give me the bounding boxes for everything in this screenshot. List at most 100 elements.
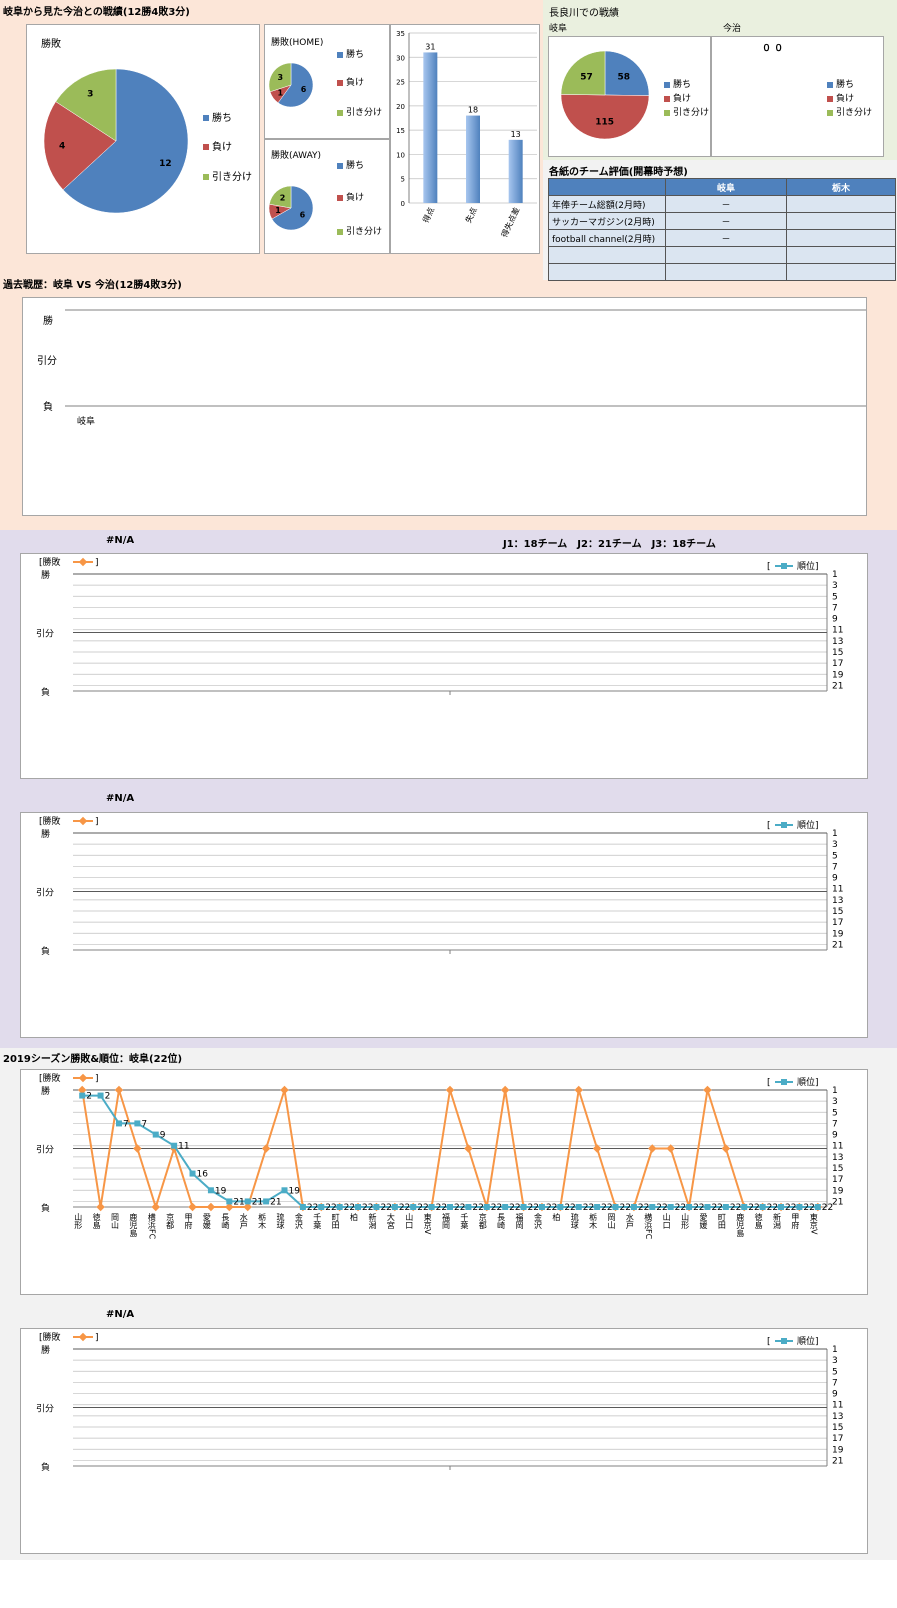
rank-tick-label: 19 (832, 1186, 844, 1196)
rank-tick-label: 1 (832, 1086, 838, 1096)
season-title: 2019シーズン勝敗&順位：岐阜(22位) (3, 1054, 183, 1065)
ylabel-loss: 負 (41, 945, 50, 957)
legend-rank-marker (781, 822, 787, 828)
series-rank-point (759, 1204, 766, 1210)
series-rank-label: 22 (748, 1203, 759, 1213)
x-category-label: 金沢 (533, 1212, 542, 1230)
rank-tick-label: 3 (832, 1097, 838, 1107)
ratings-table: 岐阜 栃木 年俸チーム総額(2月時) － サッカーマガジン(2月時) － footb… (548, 178, 896, 281)
series-rank-point (263, 1198, 270, 1205)
series-rank-point (244, 1198, 251, 1205)
goals-bar-box: 0 5 10 15 20 25 30 35 31 得点 18 失点 13 得失点差 (390, 24, 540, 254)
ratings-cell: サッカーマガジン(2月時) (548, 212, 666, 230)
rank-tick-label: 15 (832, 648, 843, 658)
legend-wl-marker (78, 1073, 88, 1083)
rank-tick-label: 13 (832, 896, 843, 906)
goals-tick-label: 35 (396, 30, 405, 38)
x-category-label: 柏 (350, 1212, 359, 1222)
x-category-label: 町田 (717, 1213, 726, 1230)
goals-tick-label: 10 (396, 151, 405, 159)
goals-bar-svg: 0 5 10 15 20 25 30 35 31 得点 18 失点 13 得失点差 (396, 30, 537, 239)
series-rank-point (79, 1092, 86, 1099)
history-ylabel-draw: 引分 (37, 356, 57, 367)
series-rank-point (373, 1204, 380, 1210)
x-category-label: 岡山 (607, 1213, 616, 1230)
legend-wl-marker (78, 1332, 88, 1342)
series-rank-point (97, 1092, 104, 1099)
nagara-legend-loss: 負け (664, 91, 691, 104)
series-rank-point (667, 1204, 674, 1210)
overall-pie-label-loss: 4 (59, 142, 65, 152)
ratings-row: football channel(2月時) － (548, 229, 896, 247)
ylabel-draw: 引分 (36, 1404, 54, 1415)
goals-tick-label: 5 (401, 176, 405, 184)
ylabel-loss: 負 (41, 1202, 50, 1214)
series-rank-label: 22 (675, 1203, 686, 1213)
series-rank-label: 22 (601, 1203, 612, 1213)
away-pie-label-draw: 2 (280, 194, 286, 203)
ratings-cell (786, 195, 896, 213)
away-legend-draw-swatch (337, 228, 343, 235)
rank-tick-label: 11 (832, 885, 843, 895)
series-rank-point (134, 1120, 141, 1127)
home-legend-win-swatch (337, 51, 343, 58)
series-rank-point (722, 1204, 729, 1210)
rank-tick-label: 17 (832, 659, 843, 669)
away-legend-loss-swatch (337, 194, 343, 201)
legend-rank-open: [ (767, 1337, 771, 1347)
series-rank-point (299, 1204, 306, 1210)
home-pie-label-draw: 3 (278, 73, 284, 82)
rank-tick-label: 1 (832, 829, 838, 839)
series-rank-point (355, 1204, 362, 1210)
ratings-header-tochigi: 栃木 (786, 178, 896, 196)
x-category-label: 愛媛 (202, 1212, 211, 1230)
x-category-label: 新潟 (368, 1212, 377, 1230)
legend-wl-close: ] (95, 817, 99, 827)
rank-tick-label: 15 (832, 1423, 843, 1433)
series-rank-point (207, 1187, 214, 1194)
ratings-cell: 年俸チーム総額(2月時) (548, 195, 666, 213)
rank-tick-label: 19 (832, 670, 844, 680)
x-category-label: 東京V (809, 1212, 818, 1235)
goals-bar (508, 139, 523, 203)
home-legend-win-label: 勝ち (346, 50, 365, 60)
rank-tick-label: 9 (832, 615, 838, 625)
band2-na1: #N/A (106, 535, 135, 546)
goals-tick-label: 20 (396, 103, 405, 111)
series-rank-label: 22 (564, 1203, 575, 1213)
x-category-label: 水戸 (239, 1212, 248, 1230)
rank-tick-label: 17 (832, 1175, 843, 1185)
legend-wl-open: [勝敗 (39, 815, 61, 827)
series-rank-point (814, 1204, 821, 1210)
x-category-label: 栃木 (589, 1212, 598, 1230)
series-rank-point (391, 1204, 398, 1210)
series-rank-point (612, 1204, 619, 1210)
legend-rank-open: [ (767, 821, 771, 831)
series-rank-point (778, 1204, 785, 1210)
series-rank-point (226, 1198, 233, 1205)
series-rank-label: 21 (252, 1197, 263, 1207)
x-category-label: 徳島 (754, 1212, 763, 1230)
ratings-header-gifu: 岐阜 (665, 178, 787, 196)
home-legend-draw: 引き分け (337, 105, 382, 118)
legend-wl-close: ] (95, 1333, 99, 1343)
rank-tick-label: 17 (832, 1434, 843, 1444)
home-legend-loss: 負け (337, 75, 364, 88)
series-rank-label: 22 (380, 1203, 391, 1213)
history-ylabel-win: 勝 (43, 316, 53, 327)
series-wl-point (500, 1085, 510, 1095)
series-rank-point (557, 1204, 564, 1210)
ratings-cell (548, 263, 666, 281)
series-rank-label: 22 (509, 1203, 520, 1213)
series-rank-label: 22 (767, 1203, 778, 1213)
away-legend-win: 勝ち (337, 158, 364, 171)
ratings-header-blank (548, 178, 666, 196)
goals-tick-label: 15 (396, 127, 405, 135)
nagara-legend-loss-label: 負け (673, 94, 692, 104)
rank-tick-label: 19 (832, 929, 844, 939)
ratings-row (548, 246, 896, 264)
legend-rank-marker (781, 563, 787, 569)
series-rank-point (410, 1204, 417, 1210)
history-chart-box: 勝 引分 負 岐阜 (22, 297, 867, 516)
series-rank-label: 22 (325, 1203, 336, 1213)
